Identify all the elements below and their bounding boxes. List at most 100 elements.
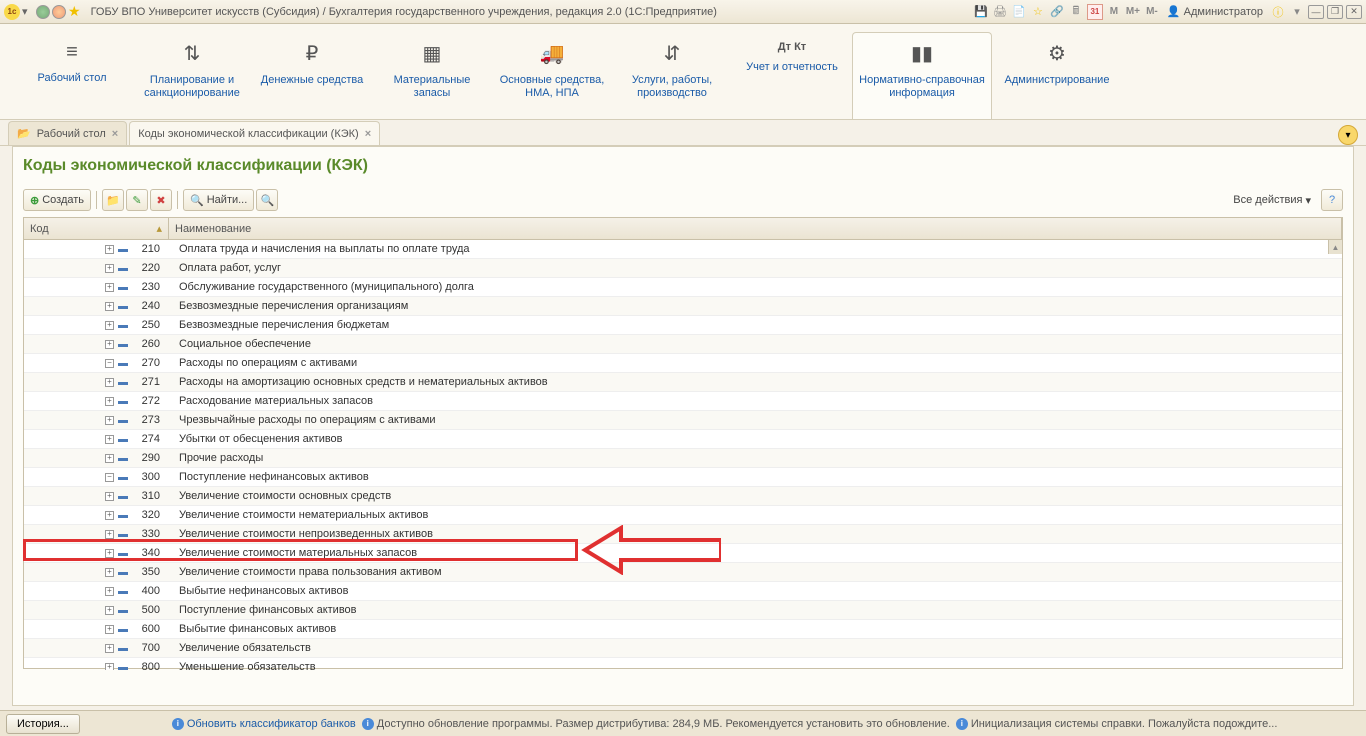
table-row[interactable]: +▬290Прочие расходы	[24, 449, 1342, 468]
section-planning[interactable]: ⇅Планирование и санкционирование	[132, 32, 252, 119]
tabs-overflow[interactable]: ▾	[1338, 125, 1358, 145]
section-reference[interactable]: ▮▮Нормативно-справочная информация	[852, 32, 992, 119]
col-name[interactable]: Наименование	[169, 218, 1342, 239]
table-row[interactable]: +▬340Увеличение стоимости материальных з…	[24, 544, 1342, 563]
zoom-m[interactable]: M	[1106, 4, 1122, 20]
tree-expand-icon[interactable]: +	[105, 568, 114, 577]
table-row[interactable]: +▬400Выбытие нефинансовых активов	[24, 582, 1342, 601]
table-row[interactable]: +▬250Безвозмездные перечисления бюджетам	[24, 316, 1342, 335]
section-cash[interactable]: ₽Денежные средства	[252, 32, 372, 119]
table-row[interactable]: +▬310Увеличение стоимости основных средс…	[24, 487, 1342, 506]
tool-doc-icon[interactable]: 📄	[1011, 4, 1027, 20]
current-user[interactable]: 👤Администратор	[1167, 5, 1263, 18]
clear-search-button[interactable]: 🔍	[256, 189, 278, 211]
code-value: 271	[132, 376, 160, 388]
tree-expand-icon[interactable]: +	[105, 340, 114, 349]
nav-back-icon[interactable]	[36, 5, 50, 19]
tab-desktop[interactable]: 📂 Рабочий стол ×	[8, 121, 127, 145]
tree-expand-icon[interactable]: +	[105, 321, 114, 330]
tool-save-icon[interactable]: 💾	[973, 4, 989, 20]
link-update-program[interactable]: iДоступно обновление программы. Размер д…	[362, 718, 950, 730]
tree-expand-icon[interactable]: +	[105, 264, 114, 273]
table-row[interactable]: +▬230Обслуживание государственного (муни…	[24, 278, 1342, 297]
section-materials[interactable]: ▦Материальные запасы	[372, 32, 492, 119]
nav-fwd-icon[interactable]	[52, 5, 66, 19]
col-code[interactable]: Код▴	[24, 218, 169, 239]
tree-expand-icon[interactable]: +	[105, 416, 114, 425]
table-row[interactable]: +▬272Расходование материальных запасов	[24, 392, 1342, 411]
section-services[interactable]: ⇵Услуги, работы, производство	[612, 32, 732, 119]
table-row[interactable]: +▬220Оплата работ, услуг	[24, 259, 1342, 278]
link-help-init[interactable]: iИнициализация системы справки. Пожалуйс…	[956, 718, 1278, 730]
tool-link-icon[interactable]: 🔗	[1049, 4, 1065, 20]
table-row[interactable]: +▬800Уменьшение обязательств	[24, 658, 1342, 670]
tab-kek[interactable]: Коды экономической классификации (КЭК) ×	[129, 121, 380, 145]
table-row[interactable]: +▬260Социальное обеспечение	[24, 335, 1342, 354]
tree-expand-icon[interactable]: +	[105, 511, 114, 520]
table-row[interactable]: +▬240Безвозмездные перечисления организа…	[24, 297, 1342, 316]
help-icon: ?	[1329, 194, 1335, 206]
table-row[interactable]: +▬600Выбытие финансовых активов	[24, 620, 1342, 639]
zoom-mminus[interactable]: M-	[1144, 4, 1160, 20]
tree-expand-icon[interactable]: +	[105, 644, 114, 653]
tree-expand-icon[interactable]: −	[105, 473, 114, 482]
tree-expand-icon[interactable]: +	[105, 606, 114, 615]
link-update-banks[interactable]: iОбновить классификатор банков	[172, 718, 356, 730]
table-row[interactable]: +▬330Увеличение стоимости непроизведенны…	[24, 525, 1342, 544]
tree-expand-icon[interactable]: +	[105, 302, 114, 311]
table-row[interactable]: +▬273Чрезвычайные расходы по операциям с…	[24, 411, 1342, 430]
table-row[interactable]: −▬300Поступление нефинансовых активов	[24, 468, 1342, 487]
window-close[interactable]: ✕	[1346, 5, 1362, 19]
all-actions-button[interactable]: Все действия ▾	[1227, 189, 1317, 211]
close-icon[interactable]: ×	[365, 128, 371, 140]
table-row[interactable]: +▬210Оплата труда и начисления на выплат…	[24, 240, 1342, 259]
window-minimize[interactable]: —	[1308, 5, 1324, 19]
create-folder-button[interactable]: 📁	[102, 189, 124, 211]
create-button[interactable]: ⊕Создать	[23, 189, 91, 211]
history-button[interactable]: История...	[6, 714, 80, 734]
tree-expand-icon[interactable]: +	[105, 663, 114, 671]
code-value: 700	[132, 642, 160, 654]
table-body[interactable]: +▬210Оплата труда и начисления на выплат…	[24, 240, 1342, 670]
section-fixed-assets[interactable]: 🚚Основные средства, НМА, НПА	[492, 32, 612, 119]
window-restore[interactable]: ❐	[1327, 5, 1343, 19]
close-icon[interactable]: ×	[112, 128, 118, 140]
tree-expand-icon[interactable]: +	[105, 454, 114, 463]
table-row[interactable]: −▬270Расходы по операциям с активами	[24, 354, 1342, 373]
tree-expand-icon[interactable]: +	[105, 378, 114, 387]
table-row[interactable]: +▬700Увеличение обязательств	[24, 639, 1342, 658]
tree-expand-icon[interactable]: +	[105, 245, 114, 254]
help-button[interactable]: ?	[1321, 189, 1343, 211]
table-row[interactable]: +▬271Расходы на амортизацию основных сре…	[24, 373, 1342, 392]
tree-expand-icon[interactable]: +	[105, 625, 114, 634]
tool-star-icon[interactable]: ☆	[1030, 4, 1046, 20]
table-row[interactable]: +▬350Увеличение стоимости права пользова…	[24, 563, 1342, 582]
info-icon[interactable]: ⓘ	[1270, 4, 1286, 20]
info-dropdown[interactable]: ▾	[1289, 4, 1305, 20]
find-button[interactable]: 🔍Найти...	[183, 189, 254, 211]
tool-calc-icon[interactable]: 🖩	[1068, 4, 1084, 20]
tree-expand-icon[interactable]: +	[105, 587, 114, 596]
tool-print-icon[interactable]: 🖨	[992, 4, 1008, 20]
tree-expand-icon[interactable]: +	[105, 397, 114, 406]
table-row[interactable]: +▬320Увеличение стоимости нематериальных…	[24, 506, 1342, 525]
tree-expand-icon[interactable]: +	[105, 435, 114, 444]
tree-expand-icon[interactable]: +	[105, 549, 114, 558]
tool-calendar-icon[interactable]: 31	[1087, 4, 1103, 20]
code-value: 274	[132, 433, 160, 445]
section-accounting[interactable]: Дт КтУчет и отчетность	[732, 32, 852, 119]
zoom-mplus[interactable]: M+	[1125, 4, 1141, 20]
delete-button[interactable]: ✖	[150, 189, 172, 211]
tree-expand-icon[interactable]: +	[105, 492, 114, 501]
tree-expand-icon[interactable]: −	[105, 359, 114, 368]
section-admin[interactable]: ⚙Администрирование	[992, 32, 1122, 119]
table-row[interactable]: +▬500Поступление финансовых активов	[24, 601, 1342, 620]
favorites-icon[interactable]: ★	[68, 3, 81, 20]
tree-expand-icon[interactable]: +	[105, 283, 114, 292]
app-menu-dropdown[interactable]: ▾	[22, 5, 34, 18]
section-desktop[interactable]: ≡Рабочий стол	[12, 32, 132, 119]
table-row[interactable]: +▬274Убытки от обесценения активов	[24, 430, 1342, 449]
tree-expand-icon[interactable]: +	[105, 530, 114, 539]
scroll-up-icon[interactable]: ▲	[1328, 240, 1342, 254]
edit-button[interactable]: ✎	[126, 189, 148, 211]
